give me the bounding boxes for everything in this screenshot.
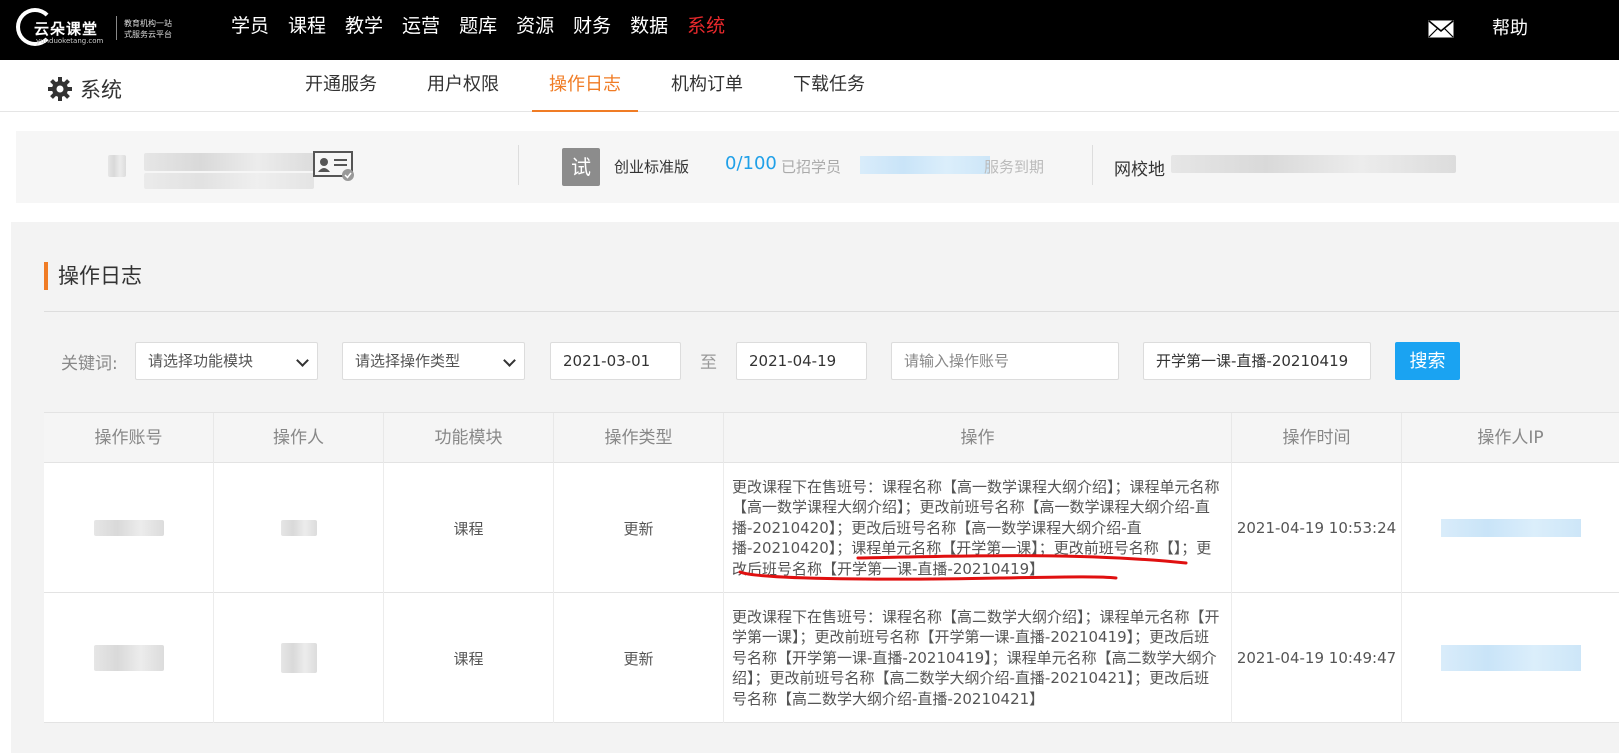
gear-icon xyxy=(48,77,72,101)
table-header: 操作账号 操作人 功能模块 操作类型 操作 操作时间 操作人IP xyxy=(44,412,1619,464)
search-button[interactable]: 搜索 xyxy=(1395,342,1460,380)
nav-item-operations[interactable]: 运营 xyxy=(402,0,440,60)
page-title: 操作日志 xyxy=(44,262,142,290)
logo-slogan: 教育机构一站 式服务云平台 xyxy=(124,18,174,40)
mail-icon[interactable] xyxy=(1428,20,1454,38)
nav-item-students[interactable]: 学员 xyxy=(231,0,269,60)
logo-domain: yunduoketang.com xyxy=(36,37,104,45)
expire-label: 服务到期 xyxy=(984,158,1045,176)
subnav-tabs: 开通服务 用户权限 操作日志 机构订单 下载任务 xyxy=(288,60,898,112)
cell-type: 更新 xyxy=(554,593,724,723)
cell-operator xyxy=(214,593,384,723)
redacted-org-name xyxy=(144,153,314,171)
cell-time: 2021-04-19 10:53:24 xyxy=(1232,463,1402,593)
redacted-ip xyxy=(1440,519,1581,537)
operation-detail: 更改课程下在售班号：课程名称【高一数学课程大纲介绍】；课程单元名称【高一数学课程… xyxy=(732,477,1220,578)
cell-operator xyxy=(214,463,384,593)
edition-label: 创业标准版 xyxy=(614,158,690,176)
logo-slogan-line-1: 教育机构一站 xyxy=(124,19,172,28)
student-count-label: 已招学员 xyxy=(781,158,842,176)
tab-operation-log[interactable]: 操作日志 xyxy=(532,60,638,112)
table-row: 课程 更新 更改课程下在售班号：课程名称【高一数学课程大纲介绍】；课程单元名称【… xyxy=(44,463,1619,593)
table-row: 课程 更新 更改课程下在售班号：课程名称【高二数学大纲介绍】；课程单元名称【开学… xyxy=(44,593,1619,723)
col-header-module: 功能模块 xyxy=(384,413,554,464)
logo-divider xyxy=(116,16,117,40)
redacted-account xyxy=(93,520,164,536)
id-card-icon[interactable] xyxy=(312,150,356,182)
keyword-input[interactable]: 开学第一课-直播-20210419 xyxy=(1143,342,1371,380)
system-subnav: 系统 开通服务 用户权限 操作日志 机构订单 下载任务 xyxy=(0,60,1619,112)
operation-type-select-value: 请选择操作类型 xyxy=(355,352,461,370)
nav-item-resources[interactable]: 资源 xyxy=(516,0,554,60)
logo-slogan-line-2: 式服务云平台 xyxy=(124,30,172,39)
operation-detail: 更改课程下在售班号：课程名称【高二数学大纲介绍】；课程单元名称【开学第一课】；更… xyxy=(732,607,1220,708)
school-url-label: 网校地 xyxy=(1114,160,1165,180)
col-header-ip: 操作人IP xyxy=(1477,428,1544,448)
redacted-expire-date xyxy=(860,156,990,174)
info-divider-2 xyxy=(1092,145,1093,185)
top-navigation-bar: 云朵课堂 yunduoketang.com 教育机构一站 式服务云平台 学员 课… xyxy=(0,0,1619,60)
cell-ip xyxy=(1402,463,1619,593)
col-header-operation: 操作 xyxy=(724,413,1232,464)
redacted-avatar xyxy=(108,155,126,177)
nav-item-finance[interactable]: 财务 xyxy=(573,0,611,60)
col-header-time: 操作时间 xyxy=(1232,413,1402,464)
title-divider xyxy=(44,311,1619,312)
student-count: 0/100 xyxy=(725,153,777,174)
logo-text: 云朵课堂 xyxy=(34,20,99,38)
info-divider-1 xyxy=(518,145,519,185)
operation-type-select[interactable]: 请选择操作类型 xyxy=(342,342,525,380)
cell-type: 更新 xyxy=(554,463,724,593)
nav-item-system[interactable]: 系统 xyxy=(687,0,725,60)
redacted-org-detail xyxy=(144,173,314,189)
tab-open-services[interactable]: 开通服务 xyxy=(288,60,394,112)
tab-user-permissions[interactable]: 用户权限 xyxy=(410,60,516,112)
redacted-ip xyxy=(1440,645,1581,671)
nav-item-data[interactable]: 数据 xyxy=(630,0,668,60)
redacted-account xyxy=(93,645,164,671)
nav-item-courses[interactable]: 课程 xyxy=(288,0,326,60)
col-header-account: 操作账号 xyxy=(44,413,214,464)
main-nav: 学员 课程 教学 运营 题库 资源 财务 数据 系统 xyxy=(231,0,744,60)
account-input[interactable]: 请输入操作账号 xyxy=(891,342,1119,380)
date-from-input[interactable]: 2021-03-01 xyxy=(550,342,681,380)
account-info-strip: 试 创业标准版 0/100 已招学员 服务到期 网校地 xyxy=(16,131,1619,203)
cell-operation: 更改课程下在售班号：课程名称【高二数学大纲介绍】；课程单元名称【开学第一课】；更… xyxy=(724,593,1232,723)
chevron-down-icon xyxy=(503,354,516,367)
redacted-operator xyxy=(280,643,317,673)
brand-logo[interactable]: 云朵课堂 yunduoketang.com 教育机构一站 式服务云平台 xyxy=(16,8,172,48)
date-to-input[interactable]: 2021-04-19 xyxy=(736,342,867,380)
cell-operation: 更改课程下在售班号：课程名称【高一数学课程大纲介绍】；课程单元名称【高一数学课程… xyxy=(724,463,1232,593)
cell-module: 课程 xyxy=(384,593,554,723)
cell-ip xyxy=(1402,593,1619,723)
system-section-title: 系统 xyxy=(47,74,122,104)
redacted-school-url xyxy=(1171,155,1456,173)
col-header-operator: 操作人 xyxy=(214,413,384,464)
col-header-type: 操作类型 xyxy=(554,413,724,464)
help-link[interactable]: 帮助 xyxy=(1492,14,1528,40)
cell-time: 2021-04-19 10:49:47 xyxy=(1232,593,1402,723)
module-select-value: 请选择功能模块 xyxy=(148,352,254,370)
module-select[interactable]: 请选择功能模块 xyxy=(135,342,318,380)
cell-module: 课程 xyxy=(384,463,554,593)
cell-account xyxy=(44,593,214,723)
chevron-down-icon xyxy=(296,354,309,367)
cell-account xyxy=(44,463,214,593)
keyword-label: 关键词: xyxy=(61,354,118,374)
tab-download-tasks[interactable]: 下载任务 xyxy=(776,60,882,112)
nav-item-teaching[interactable]: 教学 xyxy=(345,0,383,60)
system-title-text: 系统 xyxy=(80,78,122,102)
nav-item-question-bank[interactable]: 题库 xyxy=(459,0,497,60)
redacted-operator xyxy=(280,520,317,536)
date-range-separator: 至 xyxy=(700,353,717,373)
trial-badge: 试 xyxy=(562,148,600,186)
tab-org-orders[interactable]: 机构订单 xyxy=(654,60,760,112)
